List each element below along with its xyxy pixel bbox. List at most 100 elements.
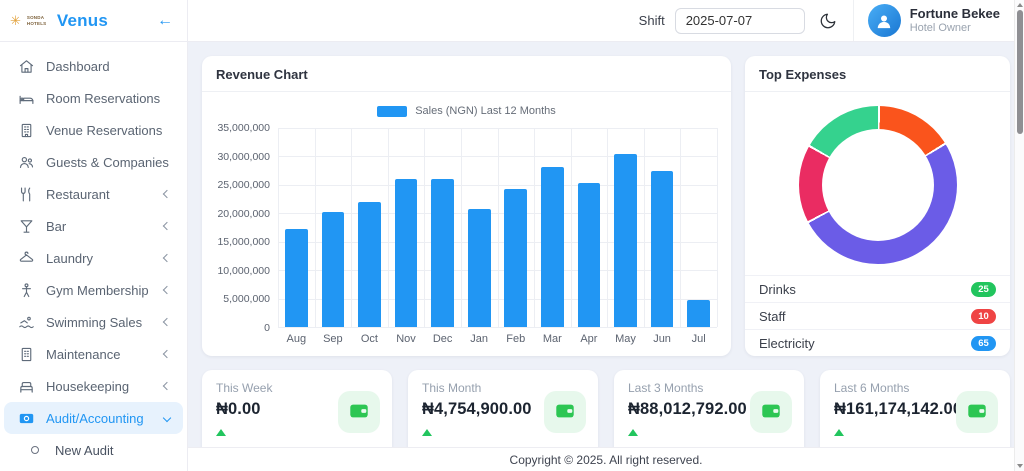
chevron-left-icon xyxy=(163,318,171,326)
sidebar-item-label: Dashboard xyxy=(46,59,170,74)
top-expenses-card: Top Expenses Drinks25Staff10Electricity6… xyxy=(745,56,1010,356)
sidebar-collapse-button[interactable]: ← xyxy=(157,12,173,30)
bar-sep xyxy=(322,212,345,327)
housekeeping-icon xyxy=(17,377,35,395)
expense-count-badge: 25 xyxy=(971,282,996,297)
maintenance-icon xyxy=(17,345,35,363)
y-axis: 05,000,00010,000,00015,000,00020,000,000… xyxy=(216,128,278,328)
scrollbar-down-arrow-icon[interactable] xyxy=(1017,464,1023,468)
bar-jun xyxy=(651,171,674,327)
top-expenses-title: Top Expenses xyxy=(745,56,1010,92)
v-gridline xyxy=(278,128,279,327)
wallet-icon xyxy=(966,400,988,425)
x-tick-label: Sep xyxy=(315,333,352,345)
expense-count-badge: 10 xyxy=(971,309,996,324)
x-tick-label: Jul xyxy=(680,333,717,345)
wallet-button[interactable] xyxy=(544,391,586,433)
bar-oct xyxy=(358,202,381,327)
chevron-down-icon xyxy=(163,414,171,422)
x-tick-label: Mar xyxy=(534,333,571,345)
sidebar-item-room-reservations[interactable]: Room Reservations xyxy=(4,82,183,114)
shift-date-input[interactable] xyxy=(675,8,805,34)
v-gridline xyxy=(351,128,352,327)
chart-legend: Sales (NGN) Last 12 Months xyxy=(216,102,717,120)
x-tick-label: Dec xyxy=(424,333,461,345)
sidebar-item-venue-reservations[interactable]: Venue Reservations xyxy=(4,114,183,146)
user-icon xyxy=(874,11,894,31)
bar-apr xyxy=(578,183,601,327)
bar-feb xyxy=(504,189,527,327)
x-tick-label: Nov xyxy=(388,333,425,345)
sidebar-item-housekeeping[interactable]: Housekeeping xyxy=(4,370,183,402)
y-tick-label: 20,000,000 xyxy=(217,208,270,220)
sidebar-item-bar[interactable]: Bar xyxy=(4,210,183,242)
chevron-left-icon xyxy=(163,222,171,230)
sidebar-item-audit-accounting[interactable]: Audit/Accounting xyxy=(4,402,183,434)
scrollbar-up-arrow-icon[interactable] xyxy=(1017,3,1023,7)
trend-up-icon xyxy=(628,429,638,436)
dark-mode-toggle[interactable] xyxy=(819,12,837,30)
app-window: ✳ SONDA HOTELS Venus ← DashboardRoom Res… xyxy=(0,0,1024,471)
wallet-icon xyxy=(760,400,782,425)
trend-up-icon xyxy=(422,429,432,436)
home-icon xyxy=(17,57,35,75)
v-gridline xyxy=(498,128,499,327)
chevron-left-icon xyxy=(163,382,171,390)
shift-label: Shift xyxy=(639,13,665,28)
sidebar-item-label: Restaurant xyxy=(46,187,153,202)
main-area: Shift Fortune Bekee Hotel Owner Revenue … xyxy=(188,0,1024,471)
building-icon xyxy=(17,121,35,139)
wallet-icon xyxy=(348,400,370,425)
wallet-button[interactable] xyxy=(956,391,998,433)
bar-may xyxy=(614,154,637,327)
wallet-button[interactable] xyxy=(750,391,792,433)
sidebar-item-label: Maintenance xyxy=(46,347,153,362)
y-tick-label: 5,000,000 xyxy=(223,293,270,305)
bar-mar xyxy=(541,167,564,327)
sidebar-item-label: Laundry xyxy=(46,251,153,266)
sidebar-item-swimming-sales[interactable]: Swimming Sales xyxy=(4,306,183,338)
user-profile[interactable]: Fortune Bekee Hotel Owner xyxy=(853,0,1024,41)
moon-icon xyxy=(819,12,837,30)
sidebar-item-guests-companies[interactable]: Guests & Companies xyxy=(4,146,183,178)
bar-aug xyxy=(285,229,308,327)
scrollbar[interactable] xyxy=(1014,0,1024,471)
scrollbar-thumb[interactable] xyxy=(1017,10,1023,134)
sidebar-item-label: Swimming Sales xyxy=(46,315,153,330)
people-icon xyxy=(17,153,35,171)
trend-up-icon xyxy=(834,429,844,436)
revenue-chart: Sales (NGN) Last 12 Months 05,000,00010,… xyxy=(202,92,731,345)
x-tick-label: Aug xyxy=(278,333,315,345)
expenses-donut-chart xyxy=(799,106,957,264)
v-gridline xyxy=(424,128,425,327)
sidebar-item-new-audit[interactable]: New Audit xyxy=(4,434,183,466)
cutlery-icon xyxy=(17,185,35,203)
v-gridline xyxy=(717,128,718,327)
sidebar-item-label: Housekeeping xyxy=(46,379,153,394)
sidebar-item-restaurant[interactable]: Restaurant xyxy=(4,178,183,210)
person-icon xyxy=(17,281,35,299)
sidebar-item-label: Guests & Companies xyxy=(46,155,170,170)
sidebar-item-label: Bar xyxy=(46,219,153,234)
user-name: Fortune Bekee xyxy=(910,6,1000,22)
wallet-button[interactable] xyxy=(338,391,380,433)
sidebar-item-maintenance[interactable]: Maintenance xyxy=(4,338,183,370)
v-gridline xyxy=(680,128,681,327)
x-tick-label: Oct xyxy=(351,333,388,345)
app-brand: Venus xyxy=(57,11,108,31)
sidebar-item-dashboard[interactable]: Dashboard xyxy=(4,50,183,82)
y-tick-label: 35,000,000 xyxy=(217,122,270,134)
sidebar-menu: Dashboard Room ReservationsVenue Reservat… xyxy=(0,42,187,471)
y-tick-label: 10,000,000 xyxy=(217,265,270,277)
expense-label: Drinks xyxy=(759,282,971,297)
chevron-left-icon xyxy=(163,190,171,198)
x-tick-label: Feb xyxy=(497,333,534,345)
revenue-chart-title: Revenue Chart xyxy=(202,56,731,92)
sidebar-item-laundry[interactable]: Laundry xyxy=(4,242,183,274)
sidebar-item-gym-membership[interactable]: Gym Membership xyxy=(4,274,183,306)
sidebar-item-label: Gym Membership xyxy=(46,283,153,298)
bar-jul xyxy=(687,300,710,327)
v-gridline xyxy=(534,128,535,327)
y-tick-label: 25,000,000 xyxy=(217,179,270,191)
expense-row-staff: Staff10 xyxy=(745,302,1010,329)
